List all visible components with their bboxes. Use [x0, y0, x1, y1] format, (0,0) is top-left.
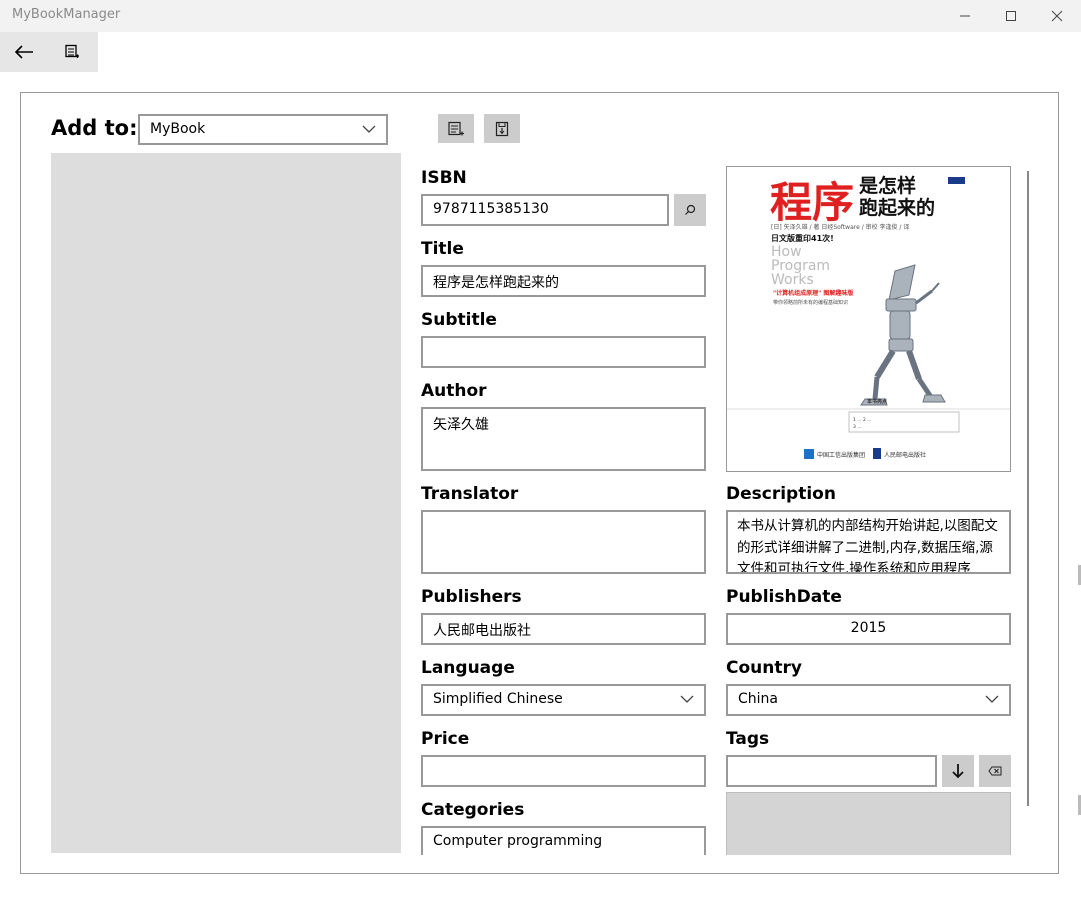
svg-text:1 ... 2 ...: 1 ... 2 ... — [853, 417, 872, 423]
title-value: 程序是怎样跑起来的 — [433, 275, 559, 291]
language-label: Language — [421, 658, 515, 678]
back-arrow-icon — [14, 45, 33, 59]
back-button[interactable] — [0, 32, 48, 72]
tags-input[interactable] — [726, 755, 937, 787]
minimize-button[interactable] — [942, 0, 988, 32]
tags-label: Tags — [726, 729, 770, 749]
cover-sub-slogan: 带你领略前所未有的编程基础知识 — [773, 299, 848, 306]
close-icon — [1051, 10, 1063, 22]
clear-tags-button[interactable] — [979, 755, 1011, 787]
minimize-icon — [960, 15, 970, 17]
backspace-icon — [988, 766, 1002, 776]
categories-value: Computer programming — [433, 833, 603, 849]
publish-date-value: 2015 — [850, 620, 887, 636]
book-list-button[interactable] — [48, 32, 96, 72]
description-label: Description — [726, 484, 836, 504]
chevron-down-icon — [362, 125, 376, 133]
categories-input[interactable]: Computer programming — [421, 826, 706, 858]
cover-title-big: 程序 — [770, 178, 854, 227]
translator-label: Translator — [421, 484, 519, 504]
vertical-scrollbar[interactable] — [1027, 171, 1029, 806]
add-to-label: Add to: — [51, 116, 138, 140]
subtitle-label: Subtitle — [421, 310, 497, 330]
cover-title-rest-2: 跑起来的 — [859, 196, 935, 219]
isbn-value: 9787115385130 — [433, 201, 549, 217]
chevron-down-icon — [680, 695, 694, 703]
collection-select[interactable]: MyBook — [138, 114, 388, 145]
cover-slogan: "计算机组成原理" 图解趣味版 — [773, 289, 853, 297]
language-value: Simplified Chinese — [433, 691, 563, 707]
cover-title-rest-1: 是怎样 — [859, 174, 916, 197]
save-icon — [495, 121, 509, 136]
new-book-icon — [448, 121, 464, 135]
publish-date-label: PublishDate — [726, 587, 842, 607]
chevron-down-icon — [985, 695, 999, 703]
publishers-label: Publishers — [421, 587, 522, 607]
maximize-icon — [1006, 11, 1016, 21]
subtitle-input[interactable] — [421, 336, 706, 368]
country-value: China — [738, 691, 778, 707]
isbn-search-button[interactable] — [674, 194, 706, 226]
app-title: MyBookManager — [12, 7, 121, 22]
title-bar: MyBookManager — [0, 0, 1081, 32]
isbn-input[interactable]: 9787115385130 — [421, 194, 669, 226]
close-button[interactable] — [1034, 0, 1080, 32]
price-input[interactable] — [421, 755, 706, 787]
book-cover-image: 程序 是怎样 跑起来的 [日] 矢泽久雄 / 著 日经Software / 审校… — [726, 166, 1011, 472]
svg-text:3 ...: 3 ... — [853, 424, 862, 430]
book-list-icon — [65, 44, 79, 58]
isbn-label: ISBN — [421, 168, 467, 188]
language-select[interactable]: Simplified Chinese — [421, 684, 706, 716]
add-tag-button[interactable] — [942, 755, 974, 787]
description-value: 本书从计算机的内部结构开始讲起,以图配文的形式详细讲解了二进制,内存,数据压缩,… — [737, 518, 998, 573]
search-icon — [685, 204, 696, 215]
price-label: Price — [421, 729, 470, 749]
book-list-pane — [51, 153, 401, 853]
collection-select-value: MyBook — [150, 121, 206, 137]
country-label: Country — [726, 658, 802, 678]
publish-date-input[interactable]: 2015 — [726, 613, 1011, 645]
author-value: 矢泽久雄 — [433, 417, 489, 433]
scroll-clip — [21, 855, 1021, 873]
cover-reprint: 日文版重印41次! — [771, 233, 834, 243]
title-label: Title — [421, 239, 464, 259]
translator-input[interactable] — [421, 510, 706, 574]
cover-art: 程序 是怎样 跑起来的 [日] 矢泽久雄 / 著 日经Software / 审校… — [727, 167, 1010, 471]
author-label: Author — [421, 381, 487, 401]
author-input[interactable]: 矢泽久雄 — [421, 407, 706, 471]
country-select[interactable]: China — [726, 684, 1011, 716]
svg-text:本书亮点: 本书亮点 — [866, 398, 887, 405]
publishers-input[interactable]: 人民邮电出版社 — [421, 613, 706, 645]
tags-list[interactable] — [726, 792, 1011, 855]
description-input[interactable]: 本书从计算机的内部结构开始讲起,以图配文的形式详细讲解了二进制,内存,数据压缩,… — [726, 510, 1011, 574]
new-book-button[interactable] — [438, 114, 474, 143]
save-button[interactable] — [484, 114, 520, 143]
cover-publisher-2: 人民邮电出版社 — [884, 451, 926, 459]
cover-publisher-1: 中国工信出版集团 — [817, 451, 865, 459]
title-input[interactable]: 程序是怎样跑起来的 — [421, 265, 706, 297]
categories-label: Categories — [421, 800, 525, 820]
maximize-button[interactable] — [988, 0, 1034, 32]
cover-en-3: Works — [771, 272, 814, 288]
down-arrow-icon — [952, 764, 964, 779]
cover-authors: [日] 矢泽久雄 / 著 日经Software / 审校 李逢俊 / 译 — [771, 223, 909, 231]
publishers-value: 人民邮电出版社 — [433, 623, 531, 639]
nav-bar — [0, 32, 98, 72]
